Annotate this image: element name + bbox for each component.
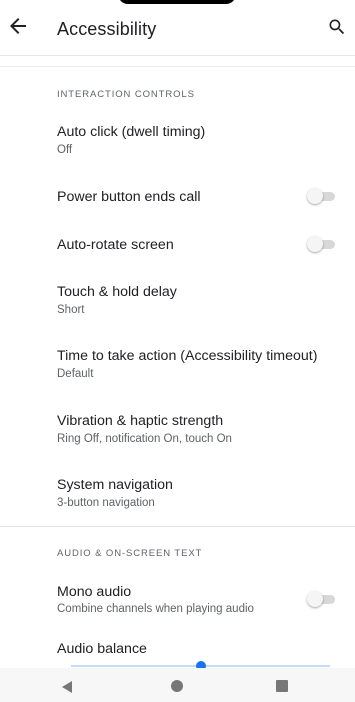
setting-summary: Default <box>57 368 94 380</box>
setting-title: System navigation <box>57 477 173 493</box>
setting-summary: Combine channels when playing audio <box>57 603 254 615</box>
nav-home-icon <box>171 680 183 692</box>
setting-title: Auto click (dwell timing) <box>57 124 206 140</box>
page-title: Accessibility <box>57 19 157 39</box>
mono-audio-toggle[interactable] <box>307 591 335 607</box>
setting-vibration-haptic[interactable]: Vibration & haptic strength Ring Off, no… <box>0 401 355 453</box>
toggle-thumb <box>307 591 323 607</box>
setting-title: Mono audio <box>57 584 132 600</box>
search-icon <box>329 19 345 35</box>
setting-summary: Short <box>57 304 85 316</box>
setting-mono-audio[interactable]: Mono audio Combine channels when playing… <box>0 572 355 624</box>
setting-summary: 3-button navigation <box>57 497 155 509</box>
nav-back-button[interactable] <box>62 678 78 694</box>
setting-system-navigation[interactable]: System navigation 3-button navigation <box>0 465 355 517</box>
section-header-interaction-controls: INTERACTION CONTROLS <box>57 89 195 100</box>
section-divider <box>0 526 355 527</box>
setting-title: Audio balance <box>57 641 147 657</box>
setting-auto-rotate[interactable]: Auto-rotate screen <box>0 220 355 268</box>
setting-title: Touch & hold delay <box>57 284 177 300</box>
scroll-divider <box>0 66 355 67</box>
nav-recents-button[interactable] <box>274 678 290 694</box>
section-header-audio: AUDIO & ON-SCREEN TEXT <box>57 548 203 559</box>
setting-power-button-ends-call[interactable]: Power button ends call <box>0 172 355 220</box>
system-navigation-bar <box>0 668 355 702</box>
setting-summary: Off <box>57 144 73 156</box>
setting-summary: Ring Off, notification On, touch On <box>57 433 232 445</box>
setting-title: Power button ends call <box>57 189 201 205</box>
setting-title: Auto-rotate screen <box>57 237 174 253</box>
back-button[interactable] <box>6 14 30 38</box>
setting-title: Time to take action (Accessibility timeo… <box>57 348 318 364</box>
auto-rotate-toggle[interactable] <box>307 236 335 252</box>
accessibility-settings-screen: Accessibility INTERACTION CONTROLS Auto … <box>0 0 355 702</box>
toolbar: Accessibility <box>0 0 355 56</box>
nav-home-button[interactable] <box>169 678 185 694</box>
toggle-thumb <box>307 236 323 252</box>
nav-recents-icon <box>276 680 288 692</box>
search-button[interactable] <box>327 17 347 37</box>
nav-back-icon <box>62 681 72 693</box>
setting-accessibility-timeout[interactable]: Time to take action (Accessibility timeo… <box>0 336 355 388</box>
setting-auto-click[interactable]: Auto click (dwell timing) Off <box>0 112 355 164</box>
arrow-back-icon <box>10 18 26 34</box>
setting-title: Vibration & haptic strength <box>57 413 224 429</box>
setting-touch-hold-delay[interactable]: Touch & hold delay Short <box>0 272 355 324</box>
toggle-thumb <box>307 188 323 204</box>
power-button-toggle[interactable] <box>307 188 335 204</box>
